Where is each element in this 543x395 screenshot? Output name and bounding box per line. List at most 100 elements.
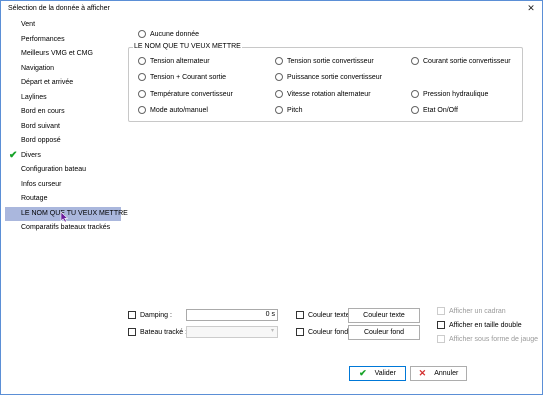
- show-dial-label: Afficher un cadran: [449, 307, 506, 315]
- damping-value: 0 s: [265, 311, 275, 318]
- bg-color-row: Couleur fond :: [296, 328, 352, 336]
- radio-circle[interactable]: [411, 57, 419, 65]
- sidebar-item-label: Bord opposé: [21, 137, 61, 144]
- radio-mode-auto-manuel[interactable]: Mode auto/manuel: [138, 106, 208, 114]
- text-color-label: Couleur texte :: [308, 311, 354, 319]
- radio-courant-sortie-convertisseur[interactable]: Courant sortie convertisseur: [411, 57, 511, 65]
- radio-circle[interactable]: [138, 106, 146, 114]
- sidebar-item-label: Infos curseur: [21, 180, 62, 188]
- damping-label: Damping :: [140, 311, 172, 319]
- radio-tension-alternateur[interactable]: Tension alternateur: [138, 57, 210, 65]
- radio-label: Aucune donnée: [150, 30, 200, 38]
- radio-label: Courant sortie convertisseur: [423, 57, 511, 65]
- radio-circle[interactable]: [138, 30, 146, 38]
- radio-temperature-convertisseur[interactable]: Température convertisseur: [138, 90, 233, 98]
- text-color-button[interactable]: Couleur texte: [348, 308, 420, 323]
- sidebar-item-custom[interactable]: LE NOM QUE TU VEUX METTRE: [5, 206, 128, 222]
- radio-label: Tension + Courant sortie: [150, 73, 227, 81]
- gauge-label: Afficher sous forme de jauge: [449, 335, 538, 343]
- sidebar-item-comparatifs[interactable]: Comparatifs bateaux trackés: [5, 221, 121, 236]
- radio-puissance-sortie[interactable]: Puissance sortie convertisseur: [275, 73, 382, 81]
- radio-circle[interactable]: [138, 73, 146, 81]
- chevron-down-icon: ▾: [270, 328, 274, 334]
- radio-circle[interactable]: [411, 106, 419, 114]
- dialog-window: Sélection de la donnée à afficher ✕ Vent…: [0, 0, 543, 395]
- bg-color-button[interactable]: Couleur fond: [348, 325, 420, 340]
- sidebar-item-laylines[interactable]: Laylines: [5, 91, 121, 106]
- tracked-boat-row: Bateau tracké :: [128, 328, 187, 336]
- checkmark-icon: ✔: [359, 368, 367, 378]
- radio-no-data[interactable]: Aucune donnée: [138, 30, 199, 38]
- text-color-checkbox[interactable]: [296, 311, 304, 319]
- radio-circle[interactable]: [275, 73, 283, 81]
- sidebar-item-bord-en-cours[interactable]: Bord en cours: [5, 105, 121, 120]
- radio-tension-courant-sortie[interactable]: Tension + Courant sortie: [138, 73, 226, 81]
- cancel-button[interactable]: ✕ Annuler: [410, 366, 467, 381]
- radio-circle[interactable]: [275, 90, 283, 98]
- data-group-box: LE NOM QUE TU VEUX METTRE Tension altern…: [128, 43, 523, 122]
- damping-checkbox[interactable]: [128, 311, 136, 319]
- sidebar-item-configuration-bateau[interactable]: Configuration bateau: [5, 163, 121, 178]
- sidebar-item-label: Bord suivant: [21, 122, 60, 130]
- bg-color-button-label: Couleur fond: [363, 329, 405, 336]
- validate-button-label: Valider: [374, 370, 396, 377]
- radio-circle[interactable]: [275, 57, 283, 65]
- show-dial-checkbox[interactable]: [437, 307, 445, 315]
- sidebar-item-bord-suivant[interactable]: Bord suivant: [5, 120, 121, 135]
- sidebar-item-label: Laylines: [21, 93, 47, 101]
- sidebar-item-vmg-cmg[interactable]: Meilleurs VMG et CMG: [5, 47, 121, 62]
- radio-label: Pression hydraulique: [423, 90, 489, 98]
- validate-button[interactable]: ✔ Valider: [349, 366, 406, 381]
- radio-label: Vitesse rotation alternateur: [287, 90, 371, 98]
- sidebar-item-depart-arrivee[interactable]: Départ et arrivée: [5, 76, 121, 91]
- checkmark-icon: ✔: [9, 149, 18, 161]
- gauge-row: Afficher sous forme de jauge: [437, 335, 538, 343]
- sidebar-item-bord-oppose[interactable]: Bord opposé: [5, 134, 121, 149]
- radio-circle[interactable]: [411, 90, 419, 98]
- sidebar-item-divers[interactable]: ✔ Divers: [5, 149, 121, 164]
- sidebar-item-label: Comparatifs bateaux trackés: [21, 224, 111, 231]
- radio-circle[interactable]: [138, 57, 146, 65]
- cancel-button-label: Annuler: [434, 370, 459, 377]
- damping-input[interactable]: 0 s: [186, 309, 278, 321]
- radio-etat-on-off[interactable]: Etat On/Off: [411, 106, 458, 114]
- bg-color-checkbox[interactable]: [296, 328, 304, 336]
- radio-circle[interactable]: [138, 90, 146, 98]
- radio-label: Tension sortie convertisseur: [287, 57, 374, 65]
- double-size-label: Afficher en taille double: [449, 321, 522, 329]
- sidebar-item-label: Meilleurs VMG et CMG: [21, 50, 93, 57]
- sidebar-item-label: Performances: [21, 35, 65, 43]
- gauge-checkbox[interactable]: [437, 335, 445, 343]
- sidebar-item-infos-curseur[interactable]: Infos curseur: [5, 178, 121, 193]
- group-title: LE NOM QUE TU VEUX METTRE: [133, 43, 242, 50]
- cancel-x-icon: ✕: [418, 368, 427, 378]
- tracked-boat-select[interactable]: ▾: [186, 326, 278, 338]
- window-title: Sélection de la donnée à afficher: [8, 5, 110, 12]
- radio-tension-sortie-convertisseur[interactable]: Tension sortie convertisseur: [275, 57, 374, 65]
- sidebar-item-label: Routage: [21, 195, 48, 202]
- close-icon[interactable]: ✕: [524, 2, 538, 15]
- sidebar-item-performances[interactable]: Performances: [5, 33, 121, 48]
- sidebar-item-label: LE NOM QUE TU VEUX METTRE: [21, 209, 128, 217]
- text-color-row: Couleur texte :: [296, 311, 354, 319]
- sidebar-item-label: Divers: [21, 151, 41, 159]
- sidebar-item-vent[interactable]: Vent: [5, 18, 121, 33]
- radio-label: Température convertisseur: [150, 90, 233, 98]
- text-color-button-label: Couleur texte: [363, 312, 405, 319]
- category-list: Vent Performances Meilleurs VMG et CMG N…: [5, 18, 128, 236]
- sidebar-item-routage[interactable]: Routage: [5, 192, 121, 207]
- sidebar-item-navigation[interactable]: Navigation: [5, 62, 121, 77]
- radio-pression-hydraulique[interactable]: Pression hydraulique: [411, 90, 488, 98]
- double-size-checkbox[interactable]: [437, 321, 445, 329]
- radio-pitch[interactable]: Pitch: [275, 106, 303, 114]
- radio-label: Etat On/Off: [423, 106, 458, 114]
- sidebar-item-label: Bord en cours: [21, 108, 65, 115]
- radio-label: Pitch: [287, 106, 303, 114]
- tracked-boat-label: Bateau tracké :: [140, 328, 188, 336]
- damping-row: Damping :: [128, 311, 172, 319]
- sidebar-item-label: Configuration bateau: [21, 166, 86, 173]
- tracked-boat-checkbox[interactable]: [128, 328, 136, 336]
- radio-circle[interactable]: [275, 106, 283, 114]
- radio-vitesse-rotation[interactable]: Vitesse rotation alternateur: [275, 90, 371, 98]
- radio-label: Tension alternateur: [150, 57, 210, 65]
